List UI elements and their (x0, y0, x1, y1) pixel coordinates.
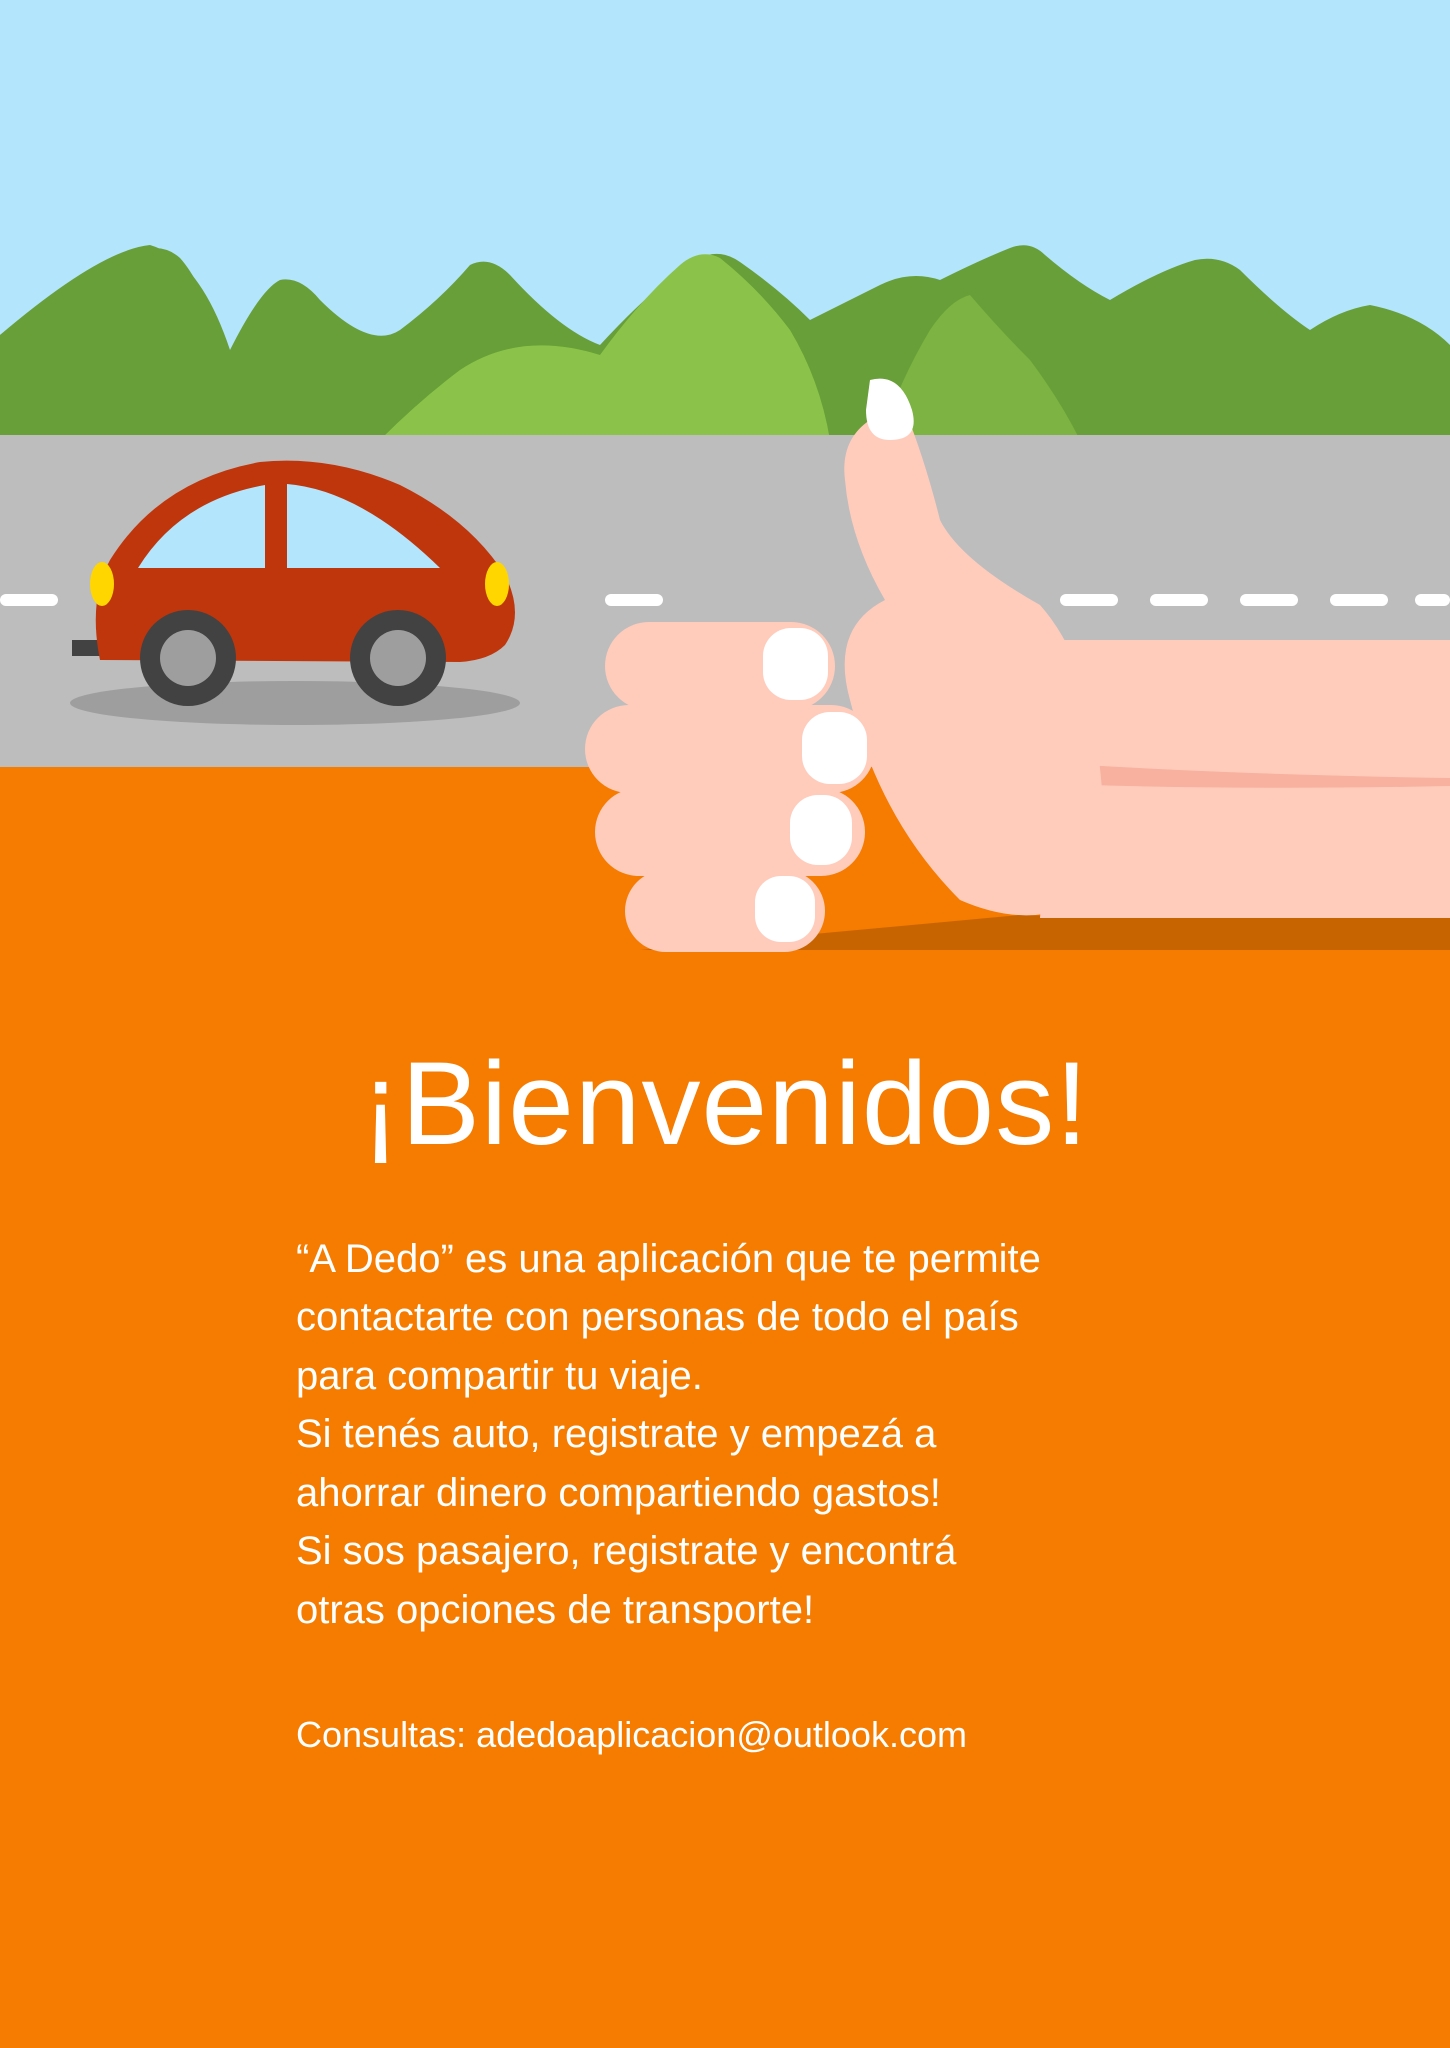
contact-line: Consultas: adedoaplicacion@outlook.com (296, 1714, 1450, 1756)
description-line: para compartir tu viaje. (296, 1353, 703, 1398)
contact-email-link[interactable]: adedoaplicacion@outlook.com (476, 1714, 967, 1755)
welcome-title: ¡Bienvenidos! (361, 1038, 1089, 1170)
description-line: ahorrar dinero compartiendo gastos! (296, 1470, 941, 1515)
hitchhiking-illustration (0, 0, 1450, 952)
description-line: Si tenés auto, registrate y empezá a (296, 1412, 937, 1457)
app-description: “A Dedo” es una aplicación que te permit… (296, 1230, 1296, 1640)
welcome-screen: ¡Bienvenidos! “A Dedo” es una aplicación… (0, 0, 1450, 2048)
description-line: otras opciones de transporte! (296, 1587, 815, 1632)
welcome-content: ¡Bienvenidos! “A Dedo” es una aplicación… (0, 1038, 1450, 1756)
description-line: contactarte con personas de todo el país (296, 1295, 1019, 1340)
contact-label: Consultas: (296, 1714, 467, 1756)
description-line: “A Dedo” es una aplicación que te permit… (296, 1236, 1041, 1281)
description-line: Si sos pasajero, registrate y encontrá (296, 1529, 957, 1574)
